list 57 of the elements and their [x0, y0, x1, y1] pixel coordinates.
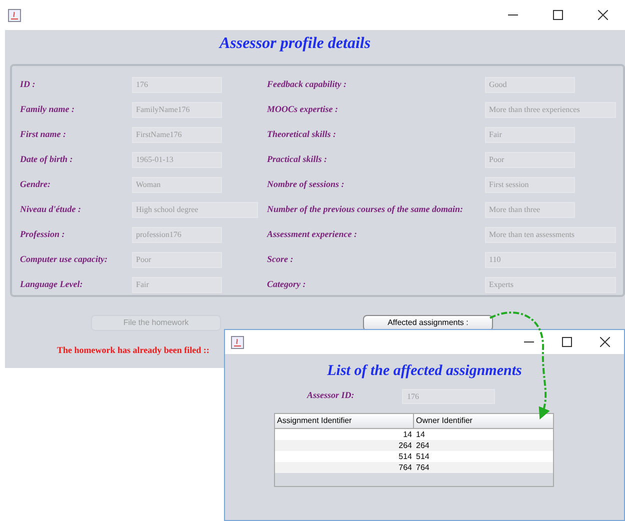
table-cell-text: 514	[398, 450, 413, 462]
field-label: Score :	[267, 252, 294, 266]
window-title: Assessor profile details	[219, 34, 371, 54]
table-cell-text: 264	[398, 440, 413, 450]
close-icon	[598, 10, 608, 20]
close-icon	[600, 337, 610, 347]
input-field[interactable]: More than three	[485, 202, 575, 218]
table-cell-text: 14	[415, 428, 426, 440]
field-label: Niveau d'étude :	[20, 202, 82, 216]
field-label: Category :	[267, 278, 307, 291]
status-message: The homework has already been filed ::	[57, 345, 210, 355]
field-label: Gendre:	[20, 178, 52, 191]
field-label: ID :	[20, 78, 36, 91]
field-label: Language Level:	[20, 278, 84, 291]
table-cell-text: 14	[402, 428, 413, 440]
input-field[interactable]: FamilyName176	[132, 102, 222, 118]
field-label: Profession :	[20, 228, 66, 241]
input-field[interactable]: Good	[485, 76, 575, 92]
app-icon	[231, 336, 244, 348]
input-field[interactable]: Fair	[132, 276, 222, 292]
input-field[interactable]: More than ten assessments	[485, 226, 616, 242]
input-field[interactable]: First session	[485, 176, 575, 192]
field-label: Number of the previous courses of the same domain:	[267, 202, 464, 216]
maximize-icon	[562, 337, 572, 347]
field-label: Computer use capacity:	[20, 252, 108, 266]
field-label: Nombre of sessions :	[267, 178, 346, 191]
input-field[interactable]: 176	[132, 76, 222, 92]
table-cell-text: 514	[415, 450, 430, 462]
input-field[interactable]: More than three experiences	[485, 102, 616, 118]
column-header[interactable]: Owner Identifier	[414, 414, 553, 428]
field-label: Feedback capability :	[267, 78, 348, 91]
table-cell-text: 764	[415, 462, 430, 472]
field-label: Practical skills :	[267, 152, 328, 166]
input-field[interactable]: profession176	[132, 226, 222, 242]
field-label: Theoretical skills :	[267, 128, 337, 141]
field-label: Family name :	[20, 102, 76, 116]
input-field[interactable]: Poor	[132, 252, 222, 268]
input-field[interactable]: Woman	[132, 176, 222, 192]
app-icon	[8, 8, 21, 22]
dialog-title: List of the affected assignments	[327, 362, 522, 381]
field-label: Assessor ID:	[307, 389, 356, 402]
input-field[interactable]: Poor	[485, 152, 575, 168]
maximize-icon	[552, 10, 562, 20]
column-header[interactable]: Assignment Identifier	[275, 414, 414, 428]
input-field[interactable]: High school degree	[132, 202, 258, 218]
input-field[interactable]: 110	[485, 252, 616, 268]
input-field[interactable]: Fair	[485, 126, 575, 142]
field-label: Date of birth :	[20, 152, 74, 166]
table-cell-text: 764	[398, 462, 413, 472]
field-label: First name :	[20, 128, 68, 141]
table-cell-text: 264	[415, 440, 430, 450]
input-field[interactable]: 176	[402, 388, 495, 404]
input-field[interactable]: FirstName176	[132, 126, 222, 142]
input-field[interactable]: Experts	[485, 276, 616, 292]
field-label: Assessment experience :	[267, 228, 358, 241]
input-field[interactable]: 1965-01-13	[132, 152, 222, 168]
field-label: MOOCs expertise :	[267, 102, 339, 116]
